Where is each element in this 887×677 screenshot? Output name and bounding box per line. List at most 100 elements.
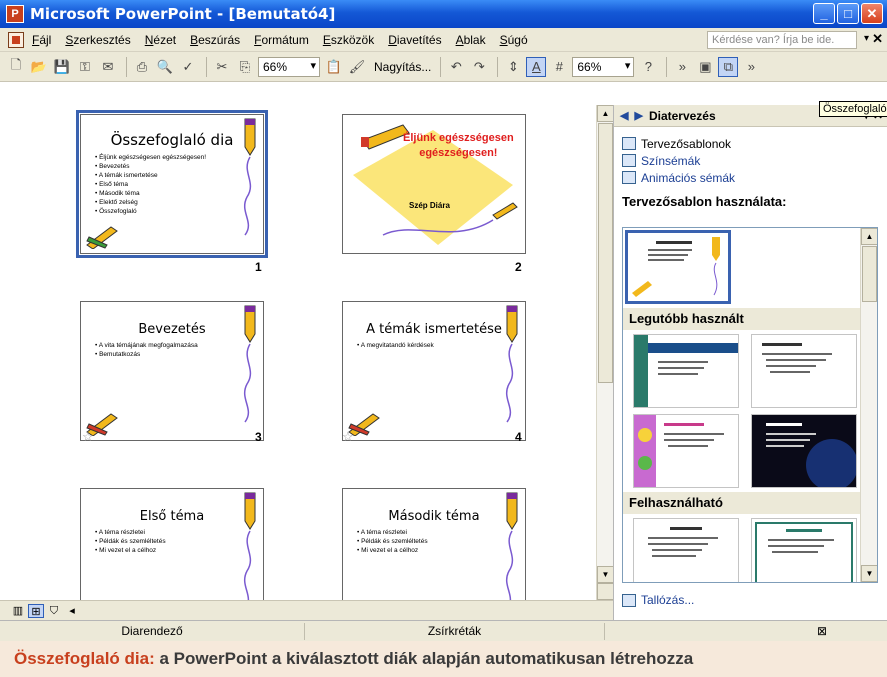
slide-thumbnail-6[interactable]: Második téma A téma részletei Példák és … xyxy=(342,488,526,600)
menu-slideshow[interactable]: Diavetítés xyxy=(388,33,441,47)
close-button[interactable]: ✕ xyxy=(861,3,883,24)
paste-icon[interactable]: 📋 xyxy=(324,57,344,77)
template-thumbnail[interactable] xyxy=(751,414,857,488)
transition-star-icon[interactable]: ☆ xyxy=(342,429,354,445)
caption: Összefoglaló dia: a PowerPoint a kiválas… xyxy=(0,641,887,677)
browse-link[interactable]: Tallózás... xyxy=(622,593,694,607)
slide-number: 3 xyxy=(255,430,262,444)
scroll-up-button[interactable]: ▲ xyxy=(597,105,614,122)
print-preview-icon[interactable]: 🔍 xyxy=(155,57,175,77)
slide-thumbnail-2[interactable]: Éljünk egészségesen egészségesen! Szép D… xyxy=(342,114,526,254)
close-document-icon[interactable]: ✕ xyxy=(872,31,883,47)
undo-icon[interactable]: ↶ xyxy=(446,57,466,77)
slide-sorter-view-icon[interactable]: ⊞ xyxy=(28,603,44,618)
open-folder-icon[interactable]: 📂 xyxy=(29,57,49,77)
save-icon[interactable]: 💾 xyxy=(52,57,72,77)
copy-icon[interactable]: ⎘ xyxy=(235,57,255,77)
task-pane: ◀ ▶ Diatervezés ▾ ✕ Összefoglaló Tervező… xyxy=(613,101,887,620)
view-buttons-bar: ▥ ⊞ ⛉ ◂ xyxy=(0,600,613,620)
redo-icon[interactable]: ↷ xyxy=(469,57,489,77)
animation-schemes-link[interactable]: Animációs sémák xyxy=(622,169,887,186)
template-thumbnail[interactable] xyxy=(751,334,857,408)
menu-window[interactable]: Ablak xyxy=(456,33,486,47)
slide-number: 1 xyxy=(255,260,262,274)
template-thumbnail[interactable] xyxy=(633,414,739,488)
sorter-scrollbar[interactable]: ▲ ▼ xyxy=(596,105,614,600)
zoom-label[interactable]: Nagyítás... xyxy=(374,60,431,74)
color-schemes-link[interactable]: Színsémák xyxy=(622,152,887,169)
template-preview-icon xyxy=(634,415,724,487)
window-title: Microsoft PowerPoint - [Bemutató4] xyxy=(30,5,336,23)
menu-format[interactable]: Formátum xyxy=(254,33,309,47)
expand-icon[interactable]: ⇕ xyxy=(503,57,523,77)
zoom-select-right[interactable]: 66% xyxy=(572,56,635,77)
cut-icon[interactable]: ✂ xyxy=(212,57,232,77)
tooltip: Összefoglaló xyxy=(819,101,887,117)
template-thumbnail[interactable] xyxy=(751,518,857,582)
chevron-down-icon[interactable]: ▾ xyxy=(864,33,869,44)
slide-thumbnail-4[interactable]: A témák ismertetése A megvitatandó kérdé… xyxy=(342,301,526,441)
scroll-down-button[interactable]: ▼ xyxy=(597,566,614,583)
menu-bar: Fájl Szerkesztés Nézet Beszúrás Formátum… xyxy=(0,28,887,52)
spelling-status-icon: ⊠ xyxy=(816,624,827,638)
slide-title: Második téma xyxy=(388,509,480,524)
menu-file[interactable]: Fájl xyxy=(32,33,51,47)
toolbar-more-icon[interactable]: » xyxy=(741,57,761,77)
powerpoint-app-icon[interactable]: P xyxy=(6,5,24,23)
permission-icon[interactable]: ⚿ xyxy=(75,57,95,77)
menu-insert[interactable]: Beszúrás xyxy=(190,33,240,47)
scroll-thumb[interactable] xyxy=(862,246,877,302)
format-painter-icon[interactable]: 🖌 xyxy=(347,57,367,77)
menu-tools[interactable]: Eszközök xyxy=(323,33,374,47)
maximize-button[interactable]: □ xyxy=(837,3,859,24)
menu-view[interactable]: Nézet xyxy=(145,33,176,47)
link-label: Animációs sémák xyxy=(641,170,736,185)
document-icon[interactable] xyxy=(8,31,24,48)
slide-thumbnail-5[interactable]: Első téma A téma részletei Példák és sze… xyxy=(80,488,264,600)
help-icon[interactable]: ? xyxy=(638,57,658,77)
scroll-down-button[interactable]: ▼ xyxy=(861,565,877,582)
minimize-button[interactable]: _ xyxy=(813,3,835,24)
slide-number: 4 xyxy=(515,430,522,444)
help-search-input[interactable]: Kérdése van? Írja be ide. xyxy=(707,31,857,49)
normal-view-icon[interactable]: ▥ xyxy=(10,604,26,618)
slide-thumbnail-1[interactable]: Összefoglaló dia Éljünk egészségesen egé… xyxy=(76,110,268,258)
summary-slide-icon[interactable]: ⧉ xyxy=(718,56,739,77)
design-templates-link[interactable]: Tervezősablonok xyxy=(622,135,887,152)
new-document-icon[interactable]: 🗋 xyxy=(6,57,26,77)
slide-title: Bevezetés xyxy=(138,322,206,337)
slide-title-line: egészségesen! xyxy=(419,147,498,159)
menu-edit[interactable]: Szerkesztés xyxy=(65,33,130,47)
scroll-thumb[interactable] xyxy=(598,123,613,383)
scroll-left-icon[interactable]: ◂ xyxy=(64,604,80,618)
print-icon[interactable]: ⎙ xyxy=(132,57,152,77)
gallery-group-heading: Felhasználható xyxy=(623,492,861,514)
zoom-select-left[interactable]: 66% xyxy=(258,56,320,77)
gallery-scrollbar[interactable]: ▲ ▼ xyxy=(860,228,877,582)
template-thumbnail[interactable] xyxy=(625,230,731,304)
scroll-up-button[interactable]: ▲ xyxy=(861,228,877,245)
back-arrow-icon[interactable]: ◀ xyxy=(620,109,628,122)
template-icon xyxy=(622,137,636,150)
forward-arrow-icon[interactable]: ▶ xyxy=(634,109,642,122)
toolbar-options-icon[interactable]: » xyxy=(672,57,692,77)
slide-bullets: A megvitatandó kérdések xyxy=(343,341,525,350)
grid-icon[interactable]: # xyxy=(549,57,569,77)
email-icon[interactable]: ✉ xyxy=(98,57,118,77)
link-label: Tervezősablonok xyxy=(641,136,732,151)
slide-thumbnail-3[interactable]: Bevezetés A vita témájának megfogalmazás… xyxy=(80,301,264,441)
menu-help[interactable]: Súgó xyxy=(500,33,528,47)
template-thumbnail[interactable] xyxy=(633,518,739,582)
crayons-decoration-icon xyxy=(86,226,118,249)
transition-star-icon[interactable]: ☆ xyxy=(82,429,94,445)
hide-slide-icon[interactable]: ▣ xyxy=(695,57,715,77)
spelling-icon[interactable]: ✓ xyxy=(178,57,198,77)
show-formatting-icon[interactable]: A xyxy=(526,56,547,77)
status-view: Diarendező xyxy=(0,622,305,640)
template-thumbnail[interactable] xyxy=(633,334,739,408)
template-preview-icon xyxy=(648,527,718,557)
slideshow-view-icon[interactable]: ⛉ xyxy=(46,604,62,618)
toolbar-separator xyxy=(440,56,442,77)
slide-title: Első téma xyxy=(139,509,205,524)
slide-title: A témák ismertetése xyxy=(366,322,502,337)
